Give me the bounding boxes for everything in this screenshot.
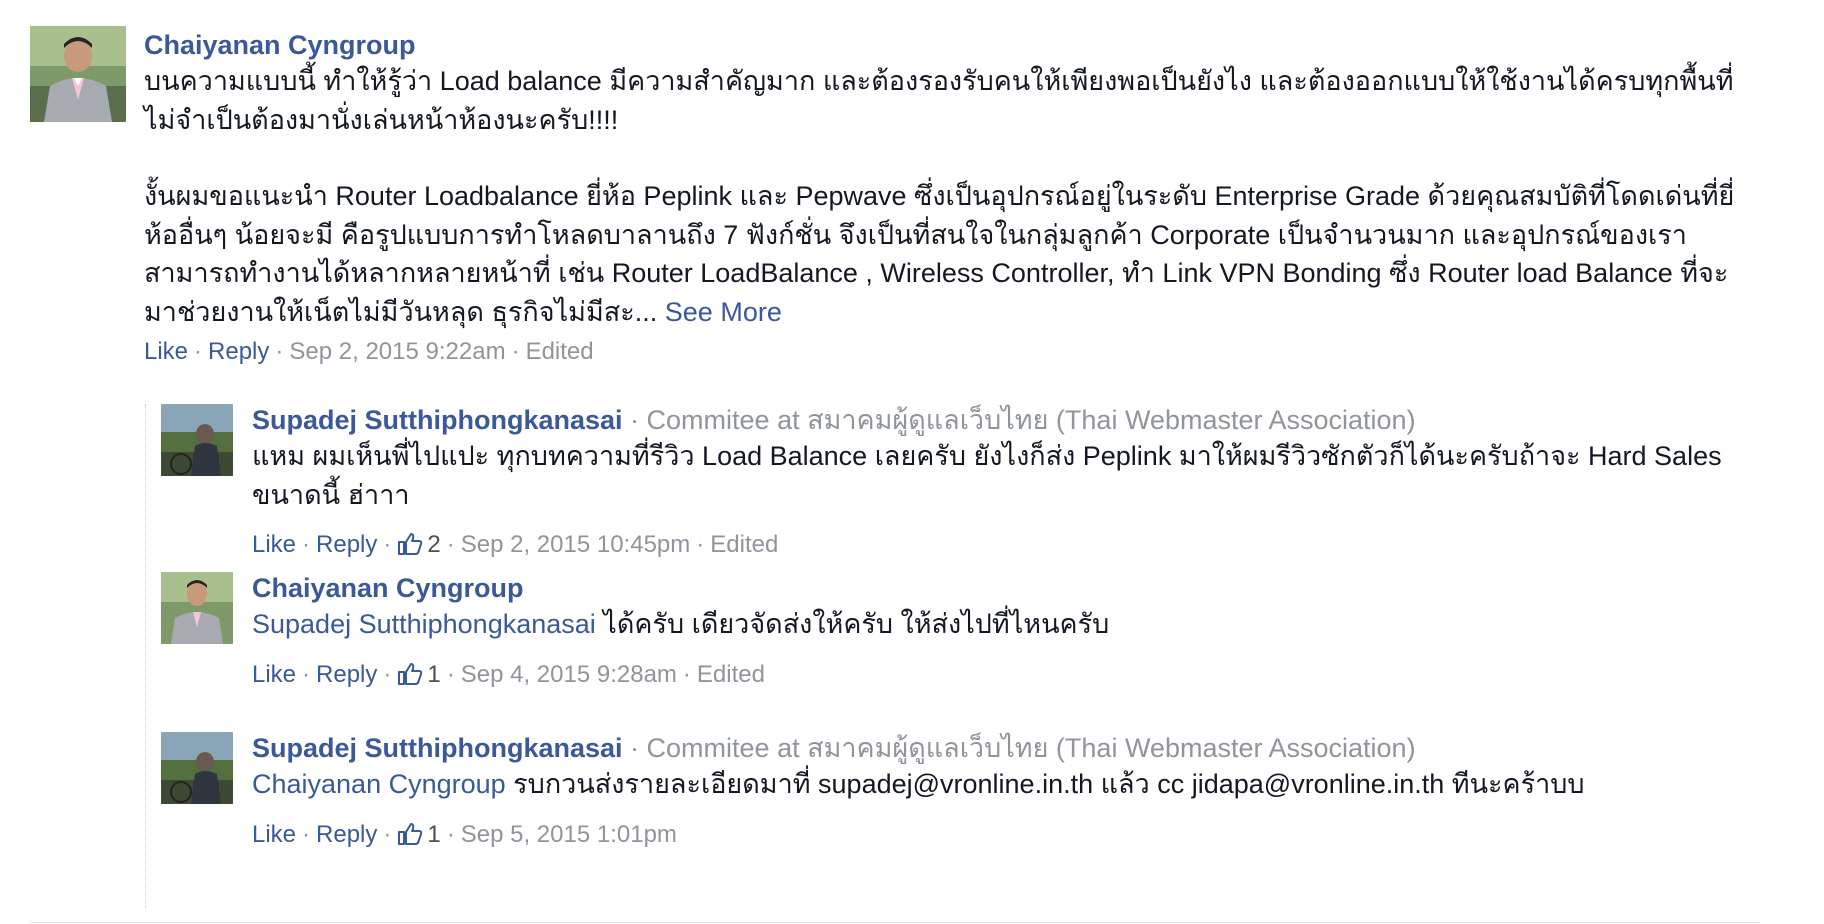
edited-label[interactable]: Edited: [526, 338, 594, 365]
reply-timestamp[interactable]: Sep 4, 2015 9:28am: [461, 661, 677, 688]
reply-timestamp[interactable]: Sep 2, 2015 10:45pm: [461, 531, 691, 558]
divider: [30, 922, 1760, 923]
edited-label[interactable]: Edited: [710, 531, 778, 558]
like-count[interactable]: 1: [397, 660, 441, 688]
reply-actions: Like · Reply · 1 · Sep 5, 2015 1:01pm: [252, 820, 1752, 854]
avatar[interactable]: [161, 732, 233, 804]
like-count-value: 1: [427, 820, 441, 848]
reply-text: Chaiyanan Cyngroup รบกวนส่งรายละเอียดมาท…: [252, 765, 1752, 804]
see-more-link[interactable]: See More: [665, 297, 782, 327]
like-button[interactable]: Like: [252, 531, 296, 558]
comment-timestamp[interactable]: Sep 2, 2015 9:22am: [289, 338, 505, 365]
comment-paragraph: บนความแบบนี้ ทำให้รู้ว่า Load balance มี…: [144, 66, 1734, 135]
comment-text: บนความแบบนี้ ทำให้รู้ว่า Load balance มี…: [144, 62, 1759, 331]
reply-author[interactable]: Supadej Sutthiphongkanasai: [252, 733, 623, 763]
reply-button[interactable]: Reply: [316, 661, 377, 688]
avatar[interactable]: [161, 572, 233, 644]
comment-paragraph-text: งั้นผมขอแนะนำ Router Loadbalance ยี่ห้อ …: [144, 181, 1735, 327]
avatar[interactable]: [161, 404, 233, 476]
mention-link[interactable]: Chaiyanan Cyngroup: [252, 769, 506, 799]
like-count-value: 1: [427, 660, 441, 688]
comment-paragraph: งั้นผมขอแนะนำ Router Loadbalance ยี่ห้อ …: [144, 177, 1759, 331]
edited-label[interactable]: Edited: [697, 661, 765, 688]
reply-timestamp[interactable]: Sep 5, 2015 1:01pm: [461, 821, 677, 848]
thumbs-up-icon: [397, 532, 423, 564]
thumbs-up-icon: [397, 822, 423, 854]
reply-text: Supadej Sutthiphongkanasai ได้ครับ เดียว…: [252, 605, 1752, 644]
like-button[interactable]: Like: [144, 338, 188, 365]
reply-button[interactable]: Reply: [208, 338, 269, 365]
avatar[interactable]: [30, 26, 126, 122]
reply-author[interactable]: Chaiyanan Cyngroup: [252, 571, 1752, 605]
reply-button[interactable]: Reply: [316, 531, 377, 558]
thumbs-up-icon: [397, 662, 423, 694]
comment-author[interactable]: Chaiyanan Cyngroup: [144, 28, 1759, 62]
author-subtitle-text: Commitee at สมาคมผู้ดูแลเว็บไทย (Thai We…: [646, 733, 1416, 763]
reply-text-content: รบกวนส่งรายละเอียดมาที่ supadej@vronline…: [505, 769, 1585, 799]
like-count[interactable]: 1: [397, 820, 441, 848]
author-subtitle: · Commitee at สมาคมผู้ดูแลเว็บไทย (Thai …: [622, 405, 1416, 435]
like-count-value: 2: [427, 531, 441, 558]
like-count[interactable]: 2: [397, 531, 441, 558]
comment-actions: Like · Reply · Sep 2, 2015 9:22am · Edited: [144, 338, 594, 365]
reply-button[interactable]: Reply: [316, 821, 377, 848]
replies-list: Supadej Sutthiphongkanasai · Commitee at…: [145, 404, 1760, 908]
mention-link[interactable]: Supadej Sutthiphongkanasai: [252, 609, 596, 639]
reply-text-content: ได้ครับ เดียวจัดส่งให้ครับ ให้ส่งไปที่ไห…: [595, 609, 1110, 639]
comment-thread: Chaiyanan Cyngroup บนความแบบนี้ ทำให้รู้…: [30, 0, 1760, 924]
author-subtitle-text: Commitee at สมาคมผู้ดูแลเว็บไทย (Thai We…: [646, 405, 1416, 435]
like-button[interactable]: Like: [252, 661, 296, 688]
reply-text: แหม ผมเห็นพี่ไปแปะ ทุกบทความที่รีวิว Loa…: [252, 441, 1722, 510]
like-button[interactable]: Like: [252, 821, 296, 848]
author-subtitle: · Commitee at สมาคมผู้ดูแลเว็บไทย (Thai …: [622, 733, 1416, 763]
reply-author[interactable]: Supadej Sutthiphongkanasai: [252, 405, 623, 435]
reply-actions: Like · Reply · 2 · Sep 2, 2015 10:45pm · Edited: [252, 530, 1752, 564]
reply-actions: Like · Reply · 1 · Sep 4, 2015 9:28am · Edited: [252, 660, 1752, 694]
